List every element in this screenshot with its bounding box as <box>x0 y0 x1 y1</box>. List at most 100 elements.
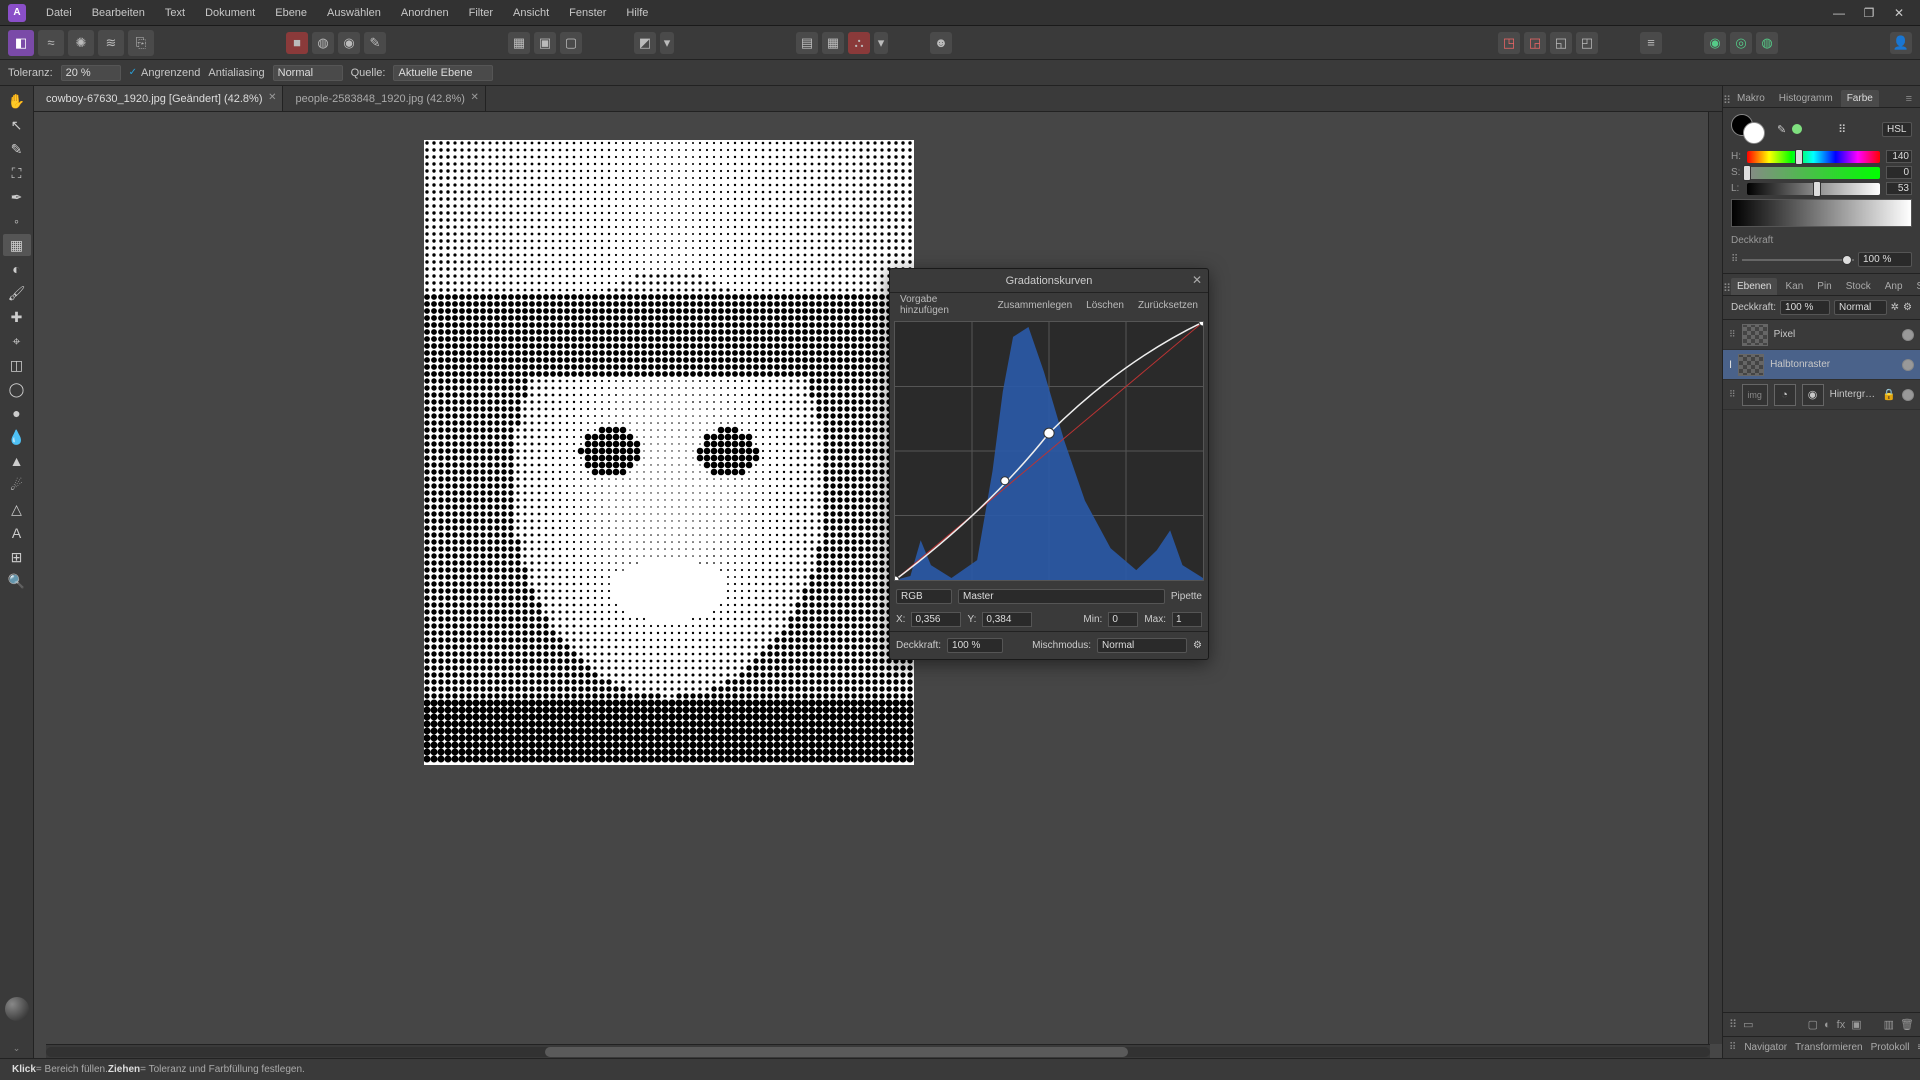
tb-arrange-d[interactable]: ◰ <box>1576 32 1598 54</box>
tb-account[interactable]: 👤 <box>1890 32 1912 54</box>
layer-opacity-select[interactable]: 100 % <box>1780 300 1830 315</box>
tab-stock[interactable]: Stock <box>1840 278 1877 295</box>
tab-navigator[interactable]: Navigator <box>1744 1042 1787 1053</box>
curves-min-input[interactable] <box>1108 612 1138 627</box>
tb-fill[interactable]: ■ <box>286 32 308 54</box>
layer-blend-select[interactable]: Normal <box>1834 300 1887 315</box>
color-picker-tool[interactable]: ✎ <box>3 138 31 160</box>
visibility-toggle[interactable] <box>1902 329 1914 341</box>
curves-merge[interactable]: Zusammenlegen <box>998 300 1072 311</box>
crop-tool[interactable]: ⛶ <box>3 162 31 184</box>
persona-export[interactable]: ⎘ <box>128 30 154 56</box>
curves-x-input[interactable] <box>911 612 961 627</box>
tb-quickmask-menu[interactable]: ▾ <box>660 32 674 54</box>
panel-menu-icon[interactable]: ≡ <box>1902 91 1916 107</box>
menu-ebene[interactable]: Ebene <box>265 0 317 25</box>
lig-slider[interactable] <box>1747 183 1880 195</box>
document-tab-1[interactable]: cowboy-67630_1920.jpg [Geändert] (42.8%)… <box>34 86 283 111</box>
persona-liquify[interactable]: ≈ <box>38 30 64 56</box>
curves-picker[interactable]: Pipette <box>1171 591 1202 602</box>
persona-photo[interactable]: ◧ <box>8 30 34 56</box>
pen-tool[interactable]: ✒ <box>3 186 31 208</box>
visibility-toggle[interactable] <box>1902 359 1914 371</box>
gradient-preview[interactable] <box>1731 199 1912 227</box>
group-icon[interactable]: ▥ <box>1884 1018 1894 1031</box>
tb-picker[interactable]: ✎ <box>364 32 386 54</box>
tb-arrange-a[interactable]: ◳ <box>1498 32 1520 54</box>
curves-add-preset[interactable]: Vorgabe hinzufügen <box>900 294 984 316</box>
curves-channel-select[interactable]: RGB <box>896 589 952 604</box>
tb-record[interactable]: ⛬ <box>848 32 870 54</box>
delete-icon[interactable]: 🗑 <box>1900 1018 1914 1031</box>
eyedropper-icon[interactable]: ✎ <box>1777 123 1786 136</box>
menu-fenster[interactable]: Fenster <box>559 0 616 25</box>
menu-dokument[interactable]: Dokument <box>195 0 265 25</box>
persona-tone[interactable]: ≋ <box>98 30 124 56</box>
mesh-tool[interactable]: ⊞ <box>3 546 31 568</box>
shape-tool[interactable]: △ <box>3 498 31 520</box>
layer-row[interactable]: I Halbtonraster <box>1723 350 1920 380</box>
tb-sel-a[interactable]: ▦ <box>508 32 530 54</box>
document-tab-2[interactable]: people-2583848_1920.jpg (42.8%) ✕ <box>283 86 485 111</box>
vertical-scrollbar[interactable] <box>1708 112 1722 1044</box>
hand-tool[interactable]: ✋ <box>3 90 31 112</box>
canvas[interactable]: Gradationskurven ✕ Vorgabe hinzufügen Zu… <box>34 112 1708 1044</box>
zoom-tool[interactable]: 🔍 <box>3 570 31 592</box>
tab-pin[interactable]: Pin <box>1811 278 1837 295</box>
gear-icon[interactable]: ⚙ <box>1903 302 1912 313</box>
blendmode-select[interactable]: Normal <box>273 65 343 81</box>
flood-fill-tool[interactable]: ▦ <box>3 234 31 256</box>
curves-delete[interactable]: Löschen <box>1086 300 1124 311</box>
curves-opacity-select[interactable]: 100 % <box>947 638 1003 653</box>
persona-develop[interactable]: ✺ <box>68 30 94 56</box>
burn-tool[interactable]: ● <box>3 402 31 424</box>
curves-title-bar[interactable]: Gradationskurven ✕ <box>890 269 1208 293</box>
tb-rainbow[interactable]: ◉ <box>338 32 360 54</box>
smudge-tool[interactable]: ☄ <box>3 474 31 496</box>
tb-sel-c[interactable]: ▢ <box>560 32 582 54</box>
gear-icon[interactable]: ✲ <box>1891 302 1899 313</box>
tb-arrange-c[interactable]: ◱ <box>1550 32 1572 54</box>
new-layer-icon[interactable]: ▢ <box>1808 1018 1818 1031</box>
source-select[interactable]: Aktuelle Ebene <box>393 65 493 81</box>
menu-text[interactable]: Text <box>155 0 195 25</box>
opacity-slider[interactable] <box>1742 259 1854 261</box>
layer-row[interactable]: ⠿ img ◔ ◉ Hintergru… 🔒 <box>1723 380 1920 410</box>
close-tab-icon[interactable]: ✕ <box>471 92 479 103</box>
curves-blend-select[interactable]: Normal <box>1097 638 1187 653</box>
tab-stile[interactable]: Stile <box>1911 278 1920 295</box>
tab-kan[interactable]: Kan <box>1779 278 1809 295</box>
mask-icon[interactable]: ▭ <box>1743 1018 1753 1031</box>
tab-farbe[interactable]: Farbe <box>1841 90 1879 107</box>
tb-nocolor[interactable]: ◍ <box>312 32 334 54</box>
clone-tool[interactable]: ⌖ <box>3 330 31 352</box>
color-options-icon[interactable]: ⠿ <box>1838 123 1846 136</box>
menu-anordnen[interactable]: Anordnen <box>391 0 459 25</box>
tab-protokoll[interactable]: Protokoll <box>1871 1042 1910 1053</box>
antialias-checkbox[interactable]: Antialiasing <box>208 67 264 79</box>
menu-filter[interactable]: Filter <box>459 0 503 25</box>
text-tool[interactable]: A <box>3 522 31 544</box>
menu-hilfe[interactable]: Hilfe <box>616 0 658 25</box>
tb-rec-menu[interactable]: ▾ <box>874 32 888 54</box>
contiguous-checkbox[interactable]: Angrenzend <box>129 67 201 79</box>
dodge-tool[interactable]: ◯ <box>3 378 31 400</box>
tab-histogramm[interactable]: Histogramm <box>1773 90 1839 107</box>
curves-close-icon[interactable]: ✕ <box>1192 273 1202 287</box>
curves-master-select[interactable]: Master <box>958 589 1165 604</box>
sat-slider[interactable] <box>1747 167 1880 179</box>
color-swatches[interactable] <box>1731 114 1771 144</box>
gradient-tool[interactable]: ◐ <box>3 258 31 280</box>
heal-tool[interactable]: ✚ <box>3 306 31 328</box>
curves-reset[interactable]: Zurücksetzen <box>1138 300 1198 311</box>
menu-datei[interactable]: Datei <box>36 0 82 25</box>
color-model-select[interactable]: HSL <box>1882 122 1912 137</box>
visibility-toggle[interactable] <box>1902 389 1914 401</box>
curves-max-input[interactable] <box>1172 612 1202 627</box>
node-tool[interactable]: ◦ <box>3 210 31 232</box>
tb-assistant[interactable]: ☻ <box>930 32 952 54</box>
tb-sel-b[interactable]: ▣ <box>534 32 556 54</box>
close-button[interactable]: ✕ <box>1890 6 1908 20</box>
mask-add-icon[interactable]: ▣ <box>1851 1018 1861 1031</box>
brush-tool[interactable]: 🖌 <box>3 282 31 304</box>
